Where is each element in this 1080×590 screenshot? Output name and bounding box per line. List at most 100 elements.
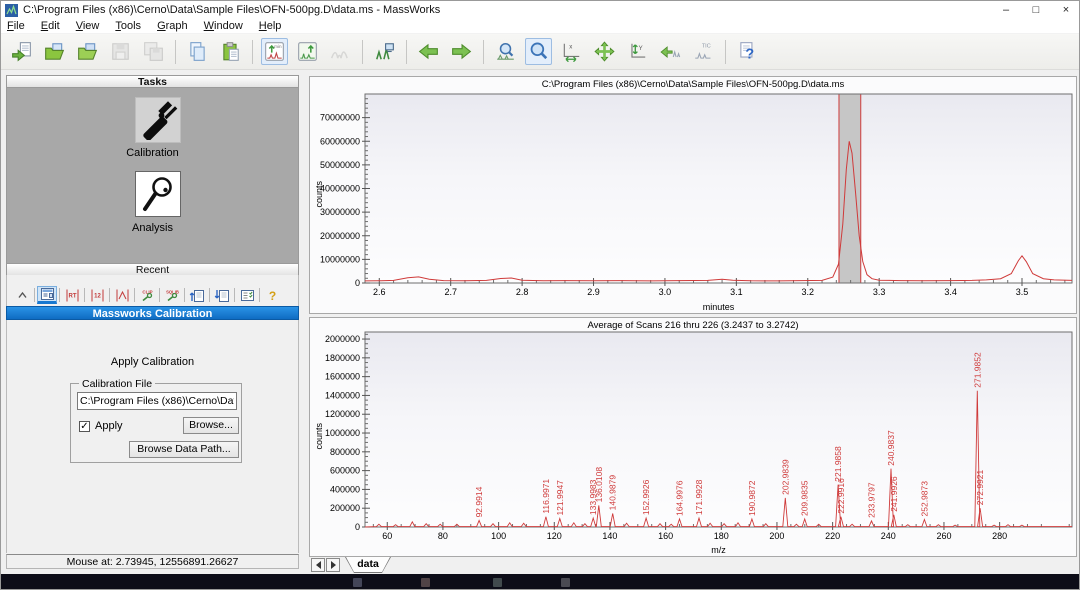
toolbar-separator — [134, 288, 135, 302]
menu-file[interactable]: File — [1, 20, 33, 32]
toolbar-separator — [725, 40, 726, 64]
doc-arrow-up-icon — [189, 288, 206, 303]
peak-label: 190.9872 — [747, 480, 757, 516]
chromatogram-plot[interactable]: 2.62.72.82.93.03.13.23.33.43.50100000002… — [310, 77, 1078, 315]
menu-window[interactable]: Window — [196, 20, 251, 32]
clip-tool-button[interactable]: CLIP — [137, 286, 157, 304]
save-all-button — [140, 38, 167, 65]
analysis-window-button[interactable] — [371, 38, 398, 65]
close-button[interactable]: × — [1051, 1, 1080, 19]
svg-text:3.3: 3.3 — [873, 287, 886, 297]
svg-text:12: 12 — [94, 293, 101, 299]
calibration-file-input[interactable] — [77, 392, 237, 410]
svg-text:50000000: 50000000 — [320, 160, 360, 170]
svg-text:TIC: TIC — [702, 44, 711, 50]
rt-view-button[interactable]: RT — [62, 286, 82, 304]
spectrum-plot[interactable]: 6080100120140160180200220240260280020000… — [310, 318, 1078, 558]
report-icon — [239, 288, 256, 303]
menu-help[interactable]: Help — [251, 20, 290, 32]
menu-edit[interactable]: Edit — [33, 20, 68, 32]
panel-help-button[interactable]: ? — [262, 286, 282, 304]
apply-checkbox[interactable]: ✓ — [79, 421, 90, 432]
svg-text:10000000: 10000000 — [320, 254, 360, 264]
svg-text:2000000: 2000000 — [325, 334, 360, 344]
svg-text:800000: 800000 — [330, 447, 360, 457]
analysis-window-icon — [374, 41, 395, 62]
toolbar-separator — [209, 288, 210, 302]
svg-text:1600000: 1600000 — [325, 372, 360, 382]
open-spectrum-button[interactable] — [74, 38, 101, 65]
svg-text:60000000: 60000000 — [320, 136, 360, 146]
paste-button[interactable] — [217, 38, 244, 65]
scan-view-button[interactable]: 12 — [87, 286, 107, 304]
peak-label: 222.9916 — [836, 478, 846, 514]
tab-scroll-right-button[interactable] — [326, 558, 340, 572]
back-button[interactable] — [415, 38, 442, 65]
peak-label: 209.9835 — [800, 480, 810, 516]
menu-view[interactable]: View — [68, 20, 108, 32]
pan-button[interactable] — [591, 38, 618, 65]
svg-text:1800000: 1800000 — [325, 353, 360, 363]
analysis-task-button[interactable] — [135, 171, 181, 217]
svg-text:20000000: 20000000 — [320, 231, 360, 241]
toolbar-separator — [175, 40, 176, 64]
zoom-reset-button[interactable] — [492, 38, 519, 65]
import-data-button[interactable] — [8, 38, 35, 65]
import-method-button[interactable] — [187, 286, 207, 304]
magnifier-icon — [528, 41, 549, 62]
svg-text:240: 240 — [881, 531, 896, 541]
zoom-x-button[interactable]: x — [558, 38, 585, 65]
minimize-button[interactable]: – — [991, 1, 1021, 19]
peak-view-button[interactable] — [112, 286, 132, 304]
report-view-button[interactable] — [237, 286, 257, 304]
open-chromatogram-button[interactable] — [41, 38, 68, 65]
collapse-panel-button[interactable] — [12, 286, 32, 304]
calibration-panel-toolbar: RT 12 CLIP SQLIB? — [6, 284, 299, 306]
zoom-tool-button[interactable] — [525, 38, 552, 65]
browse-data-path-button[interactable]: Browse Data Path... — [129, 441, 239, 458]
calibration-task-button[interactable] — [135, 97, 181, 143]
browse-button[interactable]: Browse... — [183, 417, 239, 434]
tic-trace — [365, 141, 1072, 281]
context-help-icon: ? — [737, 41, 758, 62]
spectrum-panel: Average of Scans 216 thru 226 (3.2437 to… — [309, 317, 1077, 557]
tasks-header: Tasks — [6, 75, 299, 88]
spectrum-window-button[interactable] — [294, 38, 321, 65]
calibration-form-button[interactable] — [37, 286, 57, 304]
maximize-button[interactable]: □ — [1021, 1, 1051, 19]
taskbar-strip — [1, 574, 1080, 590]
zoom-x-icon: x — [561, 41, 582, 62]
data-tab-label: data — [346, 557, 390, 572]
toolbar-separator — [362, 40, 363, 64]
form-view-icon — [39, 287, 56, 302]
menu-graph[interactable]: Graph — [149, 20, 196, 32]
context-help-button[interactable]: ? — [734, 38, 761, 65]
svg-text:3.4: 3.4 — [944, 287, 957, 297]
overlay-curves-icon — [330, 41, 351, 62]
peak-label: 140.9879 — [608, 475, 618, 511]
export-method-button[interactable] — [212, 286, 232, 304]
toolbar-separator — [259, 288, 260, 302]
svg-text:280: 280 — [992, 531, 1007, 541]
peak-label: 116.9971 — [541, 479, 551, 514]
peak-label: 221.9858 — [833, 446, 843, 482]
zoom-y-button[interactable]: Y — [624, 38, 651, 65]
tic-button[interactable]: TIC — [690, 38, 717, 65]
data-tab[interactable]: data — [345, 557, 391, 573]
peak-label: 164.9976 — [675, 480, 685, 516]
forward-button[interactable] — [448, 38, 475, 65]
chromatogram-panel: C:\Program Files (x86)\Cerno\Data\Sample… — [309, 76, 1077, 314]
tab-scroll-left-button[interactable] — [311, 558, 325, 572]
spectrum-trace — [365, 391, 1072, 527]
copy-button[interactable] — [184, 38, 211, 65]
sqlib-tool-button[interactable]: SQLIB — [162, 286, 182, 304]
toolbar-separator — [252, 40, 253, 64]
svg-text:70000000: 70000000 — [320, 113, 360, 123]
chromatogram-window-button[interactable]: min — [261, 38, 288, 65]
svg-text:0: 0 — [355, 278, 360, 288]
window-title: C:\Program Files (x86)\Cerno\Data\Sample… — [23, 4, 440, 16]
zoom-reset-icon — [495, 41, 516, 62]
menu-tools[interactable]: Tools — [107, 20, 149, 32]
arrow-left-icon — [418, 41, 439, 62]
shift-left-button[interactable] — [657, 38, 684, 65]
